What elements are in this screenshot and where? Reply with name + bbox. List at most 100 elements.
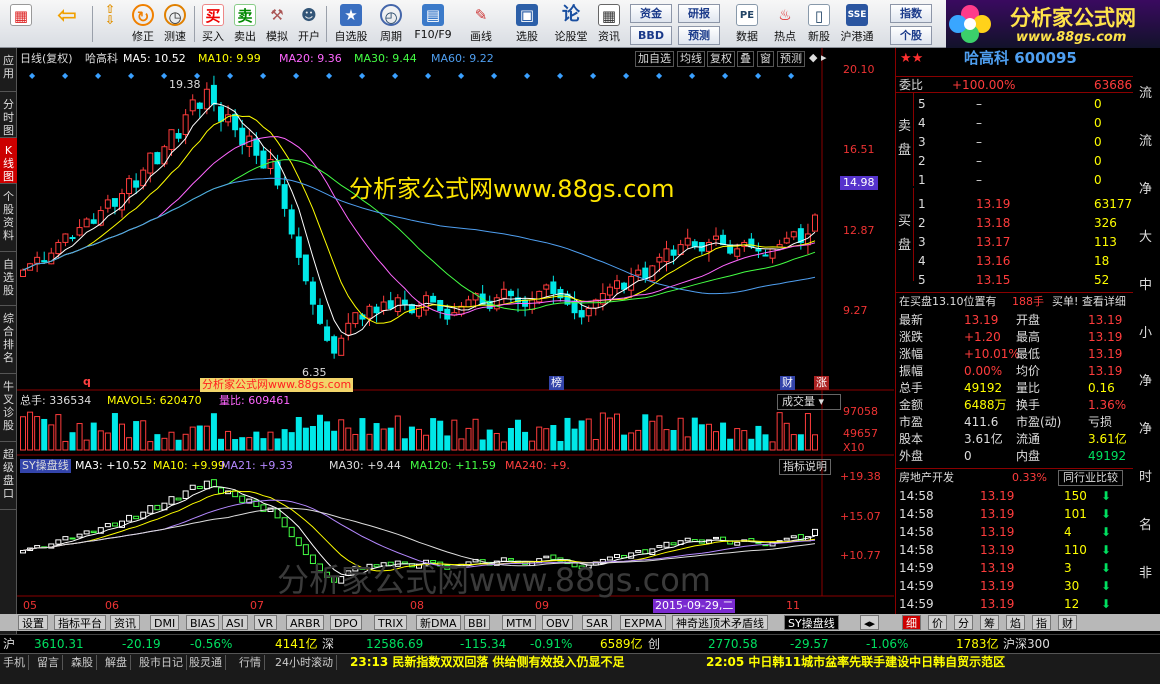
sz-index-name[interactable]: 深 bbox=[322, 635, 334, 653]
toolbar-index-button[interactable]: 指数 bbox=[890, 4, 932, 23]
indicator-tab[interactable]: ARBR bbox=[286, 615, 325, 630]
detail-tab[interactable]: 指 bbox=[1032, 615, 1051, 630]
toolbar-stock-picker-button[interactable]: ▣ 选股 bbox=[510, 3, 544, 45]
hs300-index-name[interactable]: 沪深300 bbox=[1003, 635, 1050, 653]
detail-tab[interactable]: 财 bbox=[1058, 615, 1077, 630]
toolbar-forum-button[interactable]: 论论股堂 bbox=[555, 3, 588, 45]
indicator-tab[interactable]: TRIX bbox=[374, 615, 408, 630]
left-tab-intraday[interactable]: 分时图 bbox=[0, 92, 17, 138]
detail-tab[interactable]: 价 bbox=[928, 615, 947, 630]
chart-nav-arrow-icon[interactable]: ◆ ▸ bbox=[809, 51, 826, 65]
indicator-tab[interactable]: VR bbox=[254, 615, 278, 630]
toolbar-bbd-button[interactable]: BBD bbox=[630, 26, 672, 45]
detail-tab[interactable]: 细 bbox=[902, 615, 921, 630]
toolbar-open-account-button[interactable]: ☻ 开户 bbox=[294, 3, 324, 45]
chart-window-button[interactable]: 窗 bbox=[757, 51, 774, 67]
news-bar-button[interactable]: 24小时滚动 bbox=[272, 655, 337, 670]
left-tab-ranking[interactable]: 综合排名 bbox=[0, 306, 17, 374]
stat-cell: 49192 bbox=[964, 381, 1003, 395]
news-item-1[interactable]: 23:13 民新指数双双回落 供给侧有效投入仍显不足 bbox=[350, 655, 625, 669]
bid-row[interactable]: 4 13.16 18 bbox=[896, 253, 1160, 270]
indicator-tab[interactable]: 设置 bbox=[18, 615, 48, 630]
sz-index-pct: -0.91% bbox=[530, 637, 573, 651]
ask-row[interactable]: 5 – 0 bbox=[896, 96, 1160, 113]
order-detail-link[interactable]: 买单! 查看详细 bbox=[1052, 293, 1126, 310]
indicator-tab[interactable]: BBI bbox=[464, 615, 491, 630]
indicator-tab[interactable]: BIAS bbox=[186, 615, 220, 630]
ask-row[interactable]: 2 – 0 bbox=[896, 153, 1160, 170]
toolbar-stock-button[interactable]: 个股 bbox=[890, 26, 932, 45]
left-tab-app[interactable]: 应用 bbox=[0, 48, 17, 92]
news-bar-button[interactable]: 留言 bbox=[34, 655, 63, 670]
indicator-tab[interactable]: 指标平台 bbox=[54, 615, 106, 630]
toolbar-news-button[interactable]: ▦ 资讯 bbox=[594, 3, 624, 45]
chart-add-watchlist-button[interactable]: 加自选 bbox=[635, 51, 674, 67]
toolbar-updown-button[interactable]: ⇧ ⇩ bbox=[98, 3, 122, 45]
toolbar-watchlist-button[interactable]: ★ 自选股 bbox=[334, 3, 368, 45]
indicator-tab[interactable]: SY操盘线 bbox=[784, 615, 839, 630]
chart-ma-button[interactable]: 均线 bbox=[677, 51, 705, 67]
news-item-2[interactable]: 22:05 中日韩11城市盆率先联手建设中日韩自贸示范区 bbox=[706, 655, 1005, 669]
sector-name[interactable]: 房地产开发 bbox=[899, 469, 954, 486]
sh-index-name[interactable]: 沪 bbox=[3, 635, 15, 653]
candle-body bbox=[34, 256, 41, 264]
cy-index-name[interactable]: 创 bbox=[648, 635, 660, 653]
toolbar-fund-button[interactable]: 资金 bbox=[630, 4, 672, 23]
news-bar-button[interactable]: 股市日记 bbox=[136, 655, 187, 670]
toolbar-hk-connect-button[interactable]: SSE 沪港通 bbox=[841, 3, 874, 45]
indicator-tab[interactable]: 神奇逃顶术矛盾线 bbox=[672, 615, 768, 630]
toolbar-period-button[interactable]: ◴ 周期 bbox=[376, 3, 406, 45]
toolbar-data-button[interactable]: PE 数据 bbox=[732, 3, 762, 45]
indicator-explain-button[interactable]: 指标说明 bbox=[779, 459, 831, 475]
chart-forecast-button[interactable]: 预测 bbox=[777, 51, 805, 67]
indicator-tab[interactable]: OBV bbox=[542, 615, 574, 630]
detail-tab[interactable]: 筹 bbox=[980, 615, 999, 630]
indicator-tab[interactable]: 新DMA bbox=[416, 615, 461, 630]
volume-type-dropdown[interactable]: 成交量 ▾ bbox=[777, 394, 841, 410]
detail-tab[interactable]: 焰 bbox=[1006, 615, 1025, 630]
indicator-candle bbox=[203, 480, 210, 490]
left-tab-watchlist[interactable]: 自选股 bbox=[0, 252, 17, 306]
ask-row[interactable]: 3 – 0 bbox=[896, 134, 1160, 151]
indicator-tab[interactable]: DPO bbox=[330, 615, 362, 630]
kline-chart-area[interactable]: ◆ ◆ ◆ ◆ ◆ ◆ ◆ ◆ ◆ ◆ ◆ ◆ ◆ ◆ ◆ ◆ ◆ ◆ ◆ ◆ ◆ ◆ ◆ ◆ 日线(复权) 哈高科 MA5:… bbox=[17, 48, 894, 614]
toolbar-draw-line-button[interactable]: ✎ 画线 bbox=[464, 3, 498, 45]
toolbar-research-button[interactable]: 研报 bbox=[678, 4, 720, 23]
volume-bar bbox=[550, 425, 557, 451]
ask-row[interactable]: 1 – 0 bbox=[896, 172, 1160, 189]
indicator-tab[interactable]: 资讯 bbox=[110, 615, 140, 630]
toolbar-speedtest-button[interactable]: ◷ 测速 bbox=[160, 3, 190, 45]
chart-adjust-button[interactable]: 复权 bbox=[707, 51, 735, 67]
toolbar-f10-button[interactable]: ▤ F10/F9 bbox=[414, 3, 452, 45]
news-bar-button[interactable]: 手机 bbox=[0, 655, 29, 670]
news-bar-button[interactable]: 行情 bbox=[236, 655, 265, 670]
indicator-tab[interactable]: SAR bbox=[582, 615, 613, 630]
left-tab-kline[interactable]: K线图 bbox=[0, 138, 17, 184]
tab-scroll-arrows-icon[interactable]: ◂▸ bbox=[860, 615, 880, 630]
volume-mavol5-label: MAVOL5: 620470 bbox=[107, 394, 202, 407]
detail-tab[interactable]: 分 bbox=[954, 615, 973, 630]
volume-bar bbox=[119, 423, 125, 451]
news-bar-button[interactable]: 股灵通 bbox=[186, 655, 226, 670]
sector-compare-button[interactable]: 同行业比较 bbox=[1058, 470, 1123, 486]
toolbar-new-stock-button[interactable]: ▯ 新股 bbox=[804, 3, 834, 45]
news-bar-button[interactable]: 解盘 bbox=[102, 655, 131, 670]
bid-row[interactable]: 5 13.15 52 bbox=[896, 272, 1160, 289]
bid-row[interactable]: 1 13.19 63177 bbox=[896, 196, 1160, 213]
left-tab-profile[interactable]: 个股资料 bbox=[0, 184, 17, 252]
indicator-tab[interactable]: ASI bbox=[222, 615, 248, 630]
ask-row[interactable]: 4 – 0 bbox=[896, 115, 1160, 132]
indicator-tab[interactable]: EXPMA bbox=[620, 615, 667, 630]
news-bar-button[interactable]: 森股 bbox=[68, 655, 97, 670]
bid-row[interactable]: 3 13.17 113 bbox=[896, 234, 1160, 251]
toolbar-forecast-button[interactable]: 预测 bbox=[678, 26, 720, 45]
indicator-tab[interactable]: MTM bbox=[502, 615, 536, 630]
bid-row[interactable]: 2 13.18 326 bbox=[896, 215, 1160, 232]
toolbar-back-button[interactable]: ⇦ bbox=[52, 3, 82, 45]
chart-overlay-button[interactable]: 叠 bbox=[737, 51, 754, 67]
left-tab-diagnose[interactable]: 牛叉诊股 bbox=[0, 374, 17, 442]
toolbar-grid-button[interactable]: ▦ bbox=[6, 3, 36, 45]
left-tab-super-book[interactable]: 超级盘口 bbox=[0, 442, 17, 510]
indicator-tab[interactable]: DMI bbox=[150, 615, 180, 630]
left-vertical-tabs: 应用 分时图 K线图 个股资料 自选股 综合排名 牛叉诊股 超级盘口 bbox=[0, 48, 17, 654]
